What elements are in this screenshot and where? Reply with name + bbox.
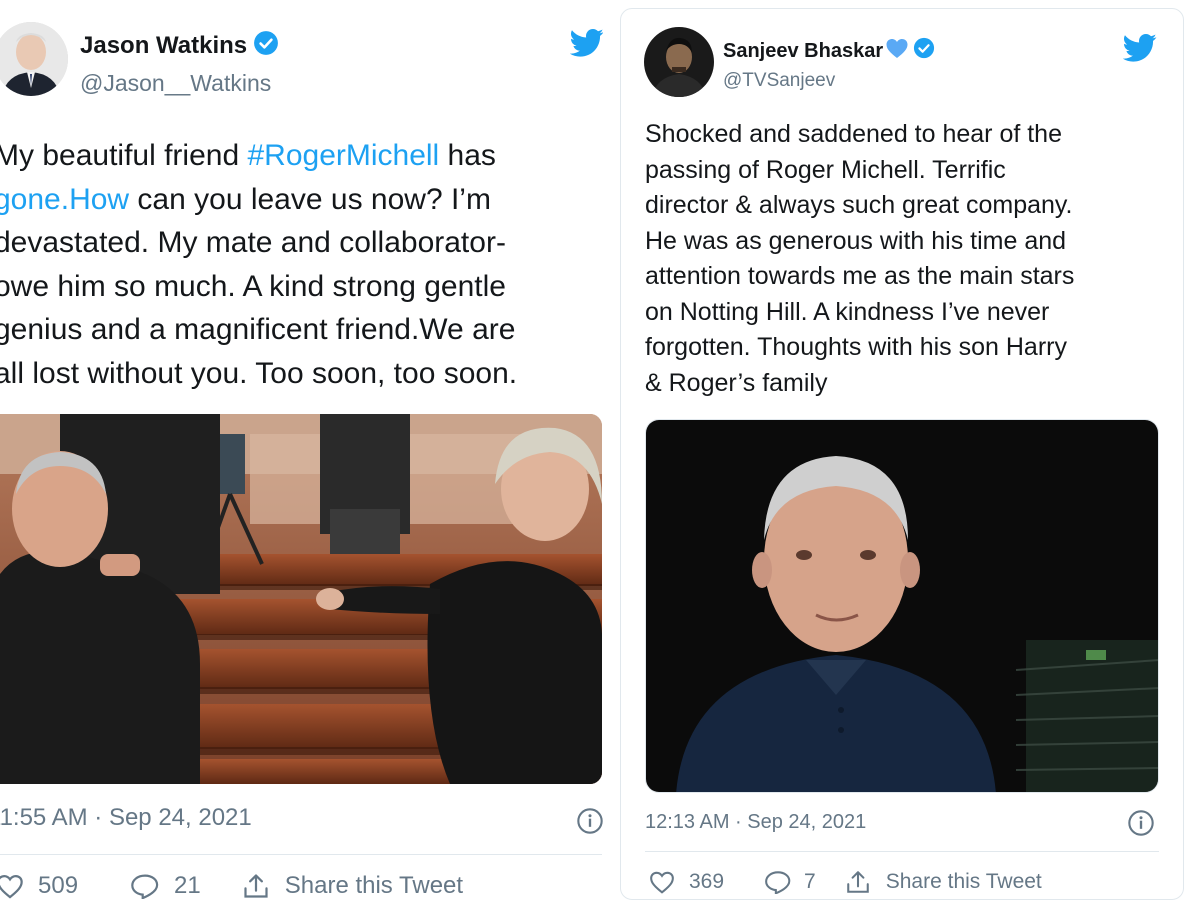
author-handle[interactable]: @Jason__Watkins — [80, 70, 271, 97]
reply-count: 7 — [804, 870, 816, 893]
author-avatar[interactable] — [644, 27, 714, 97]
blue-heart-icon — [885, 37, 909, 65]
share-icon — [241, 872, 271, 900]
tweet-timestamp[interactable]: 12:13 AM · Sep 24, 2021 — [645, 811, 866, 834]
separator-gap — [603, 0, 620, 900]
tweet-text-line: He was as generous with his time and — [645, 226, 1067, 255]
tweet-text-segment: can you leave us now? I’m — [129, 182, 491, 216]
author-avatar[interactable] — [0, 22, 68, 96]
tweet-photo[interactable] — [0, 414, 602, 784]
share-button[interactable]: Share this Tweet — [844, 869, 1042, 895]
tweet-text-line: attention towards me as the main stars — [645, 262, 1075, 290]
reply-button[interactable]: 21 — [130, 872, 201, 900]
like-count: 369 — [689, 870, 725, 893]
reply-icon — [764, 870, 792, 894]
tweet-text-line: Shocked and saddened to hear of the — [645, 120, 1062, 148]
tweet-text-line: devastated. My mate and collaborator- — [0, 226, 506, 259]
divider — [0, 854, 602, 855]
like-icon — [649, 870, 675, 894]
tweet-text-line: & Roger’s family — [645, 368, 828, 397]
tweet-card-sanjeev-bhaskar: Sanjeev Bhaskar @TVSanjeev Shocked and s… — [620, 8, 1184, 900]
tweet-text-line: all lost without you. Too soon, too soon… — [0, 356, 518, 390]
share-icon — [844, 869, 872, 895]
share-label: Share this Tweet — [284, 872, 464, 899]
info-icon[interactable] — [1127, 809, 1155, 842]
info-icon[interactable] — [576, 807, 603, 840]
tweet-card-jason-watkins: Jason Watkins @Jason__Watkins My beautif… — [0, 0, 603, 900]
tweet-actions: 509 21 Share this Tweet — [0, 872, 463, 900]
tweet-text-segment: has — [439, 139, 496, 172]
tweet-text-line: director & always such great company. — [645, 191, 1073, 219]
tweet-text: My beautiful friend #RogerMichell has go… — [0, 134, 517, 395]
author-name[interactable]: Sanjeev Bhaskar — [723, 37, 935, 65]
inline-link[interactable]: gone.How — [0, 183, 129, 216]
like-icon — [0, 873, 24, 899]
tweet-text-line: genius and a magnificent friend.We are — [0, 313, 516, 346]
author-name-text[interactable]: Sanjeev Bhaskar — [723, 40, 883, 63]
tweet-text: Shocked and saddened to hear of the pass… — [645, 117, 1074, 401]
tweet-text-line: My beautiful friend #RogerMichell has — [0, 134, 517, 178]
like-button[interactable]: 369 — [649, 870, 724, 894]
hashtag-link[interactable]: #RogerMichell — [247, 139, 439, 172]
divider — [645, 851, 1159, 852]
reply-icon — [130, 873, 160, 899]
tweet-photo[interactable] — [645, 419, 1159, 793]
twitter-bird-icon[interactable] — [1122, 33, 1157, 68]
like-count: 509 — [38, 872, 79, 899]
tweet-text-line: forgotten. Thoughts with his son Harry — [645, 333, 1067, 361]
verified-badge-icon — [253, 30, 279, 63]
author-handle[interactable]: @TVSanjeev — [723, 70, 835, 92]
tweet-text-line: gone.How can you leave us now? I’m — [0, 178, 517, 222]
tweet-actions: 369 7 Share this Tweet — [649, 869, 1042, 895]
tweet-text-line: passing of Roger Michell. Terrific — [645, 155, 1006, 184]
tweet-text-line: on Notting Hill. A kindness I’ve never — [645, 297, 1050, 326]
share-button[interactable]: Share this Tweet — [241, 872, 463, 900]
tweet-text-segment: My beautiful friend — [0, 139, 248, 172]
reply-button[interactable]: 7 — [764, 870, 816, 894]
twitter-bird-icon[interactable] — [569, 28, 603, 63]
tweet-text-line: owe him so much. A kind strong gentle — [0, 269, 506, 303]
author-name[interactable]: Jason Watkins — [80, 30, 279, 62]
reply-count: 21 — [174, 872, 201, 899]
author-name-text[interactable]: Jason Watkins — [80, 32, 247, 60]
tweet-timestamp[interactable]: 11:55 AM · Sep 24, 2021 — [0, 804, 252, 832]
verified-badge-icon — [913, 37, 935, 65]
share-label: Share this Tweet — [885, 870, 1042, 893]
like-button[interactable]: 509 — [0, 872, 78, 900]
